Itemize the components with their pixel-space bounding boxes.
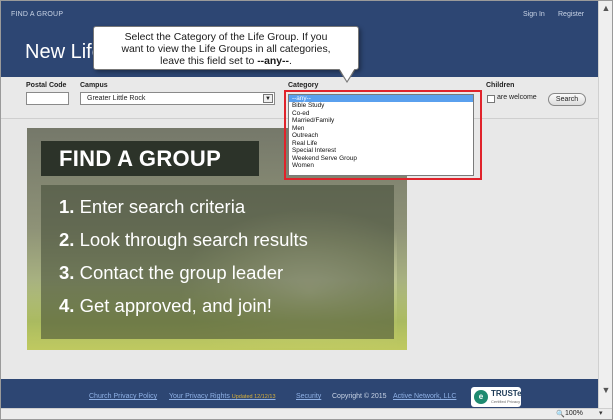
zoom-dropdown-icon[interactable]: ▾ [599, 409, 603, 417]
privacy-rights-text: Your Privacy Rights [169, 393, 230, 400]
vertical-scrollbar[interactable]: ▲ ▼ [598, 1, 612, 408]
security-link[interactable]: Security [296, 393, 321, 400]
step-text: Get approved, and join! [74, 295, 272, 316]
postal-code-label: Postal Code [26, 82, 67, 89]
step-text: Look through search results [74, 229, 308, 250]
browser-status-bar: 🔍 100% ▾ [1, 408, 612, 419]
privacy-rights-link[interactable]: Your Privacy Rights Updated 12/12/13 [169, 393, 276, 400]
truste-name: TRUSTe [491, 389, 522, 398]
promo-step: 3. Contact the group leader [59, 262, 283, 284]
category-highlight-box [284, 90, 482, 180]
promo-step: 2. Look through search results [59, 229, 308, 251]
callout-line-3-text: leave this field set to [160, 56, 258, 67]
scroll-down-icon[interactable]: ▼ [599, 383, 613, 397]
callout-tail-inner [339, 68, 355, 81]
step-number: 3. [59, 262, 75, 283]
step-number: 4. [59, 295, 75, 316]
zoom-icon[interactable]: 🔍 [556, 410, 565, 418]
step-text: Contact the group leader [74, 262, 284, 283]
instruction-callout: Select the Category of the Life Group. I… [93, 26, 359, 70]
callout-any-value: --any-- [257, 56, 289, 67]
step-number: 2. [59, 229, 75, 250]
promo-step: 4. Get approved, and join! [59, 295, 272, 317]
privacy-updated-note: Updated 12/12/13 [231, 394, 276, 400]
dropdown-arrow-icon[interactable]: ▼ [263, 94, 273, 103]
active-network-link[interactable]: Active Network, LLC [393, 393, 456, 400]
callout-line-3-end: . [288, 56, 292, 67]
scroll-up-icon[interactable]: ▲ [599, 1, 613, 15]
sign-in-link[interactable]: Sign In [523, 11, 545, 18]
zoom-level[interactable]: 100% [565, 410, 583, 417]
callout-line-1: Select the Category of the Life Group. I… [124, 32, 328, 43]
callout-line-2: want to view the Life Groups in all cate… [121, 44, 331, 55]
truste-badge[interactable]: e TRUSTe Certified Privacy [471, 387, 522, 407]
page-title: New Life [25, 41, 103, 63]
church-privacy-policy-link[interactable]: Church Privacy Policy [89, 393, 157, 400]
callout-line-3: leave this field set to --any--. [94, 56, 358, 68]
truste-logo-icon: e [474, 390, 488, 404]
promo-heading: FIND A GROUP [59, 146, 222, 171]
step-text: Enter search criteria [74, 196, 246, 217]
campus-label: Campus [80, 82, 108, 89]
step-number: 1. [59, 196, 75, 217]
promo-step: 1. Enter search criteria [59, 196, 245, 218]
promo-heading-banner: FIND A GROUP [41, 141, 259, 176]
nav-find-a-group[interactable]: FIND A GROUP [11, 11, 63, 18]
campus-select-value: Greater Little Rock [87, 95, 146, 102]
register-link[interactable]: Register [558, 11, 584, 18]
search-button[interactable]: Search [548, 93, 586, 106]
children-label: Children [486, 82, 515, 89]
postal-code-input[interactable] [26, 92, 69, 105]
category-label: Category [288, 82, 319, 89]
copyright-text: Copyright © 2015 [332, 393, 387, 400]
campus-select[interactable]: Greater Little Rock ▼ [80, 92, 275, 105]
children-welcome-label: are welcome [497, 94, 537, 101]
promo-steps-panel: 1. Enter search criteria 2. Look through… [41, 185, 394, 339]
children-welcome-checkbox[interactable] [487, 95, 495, 103]
truste-subtitle: Certified Privacy [491, 399, 521, 404]
